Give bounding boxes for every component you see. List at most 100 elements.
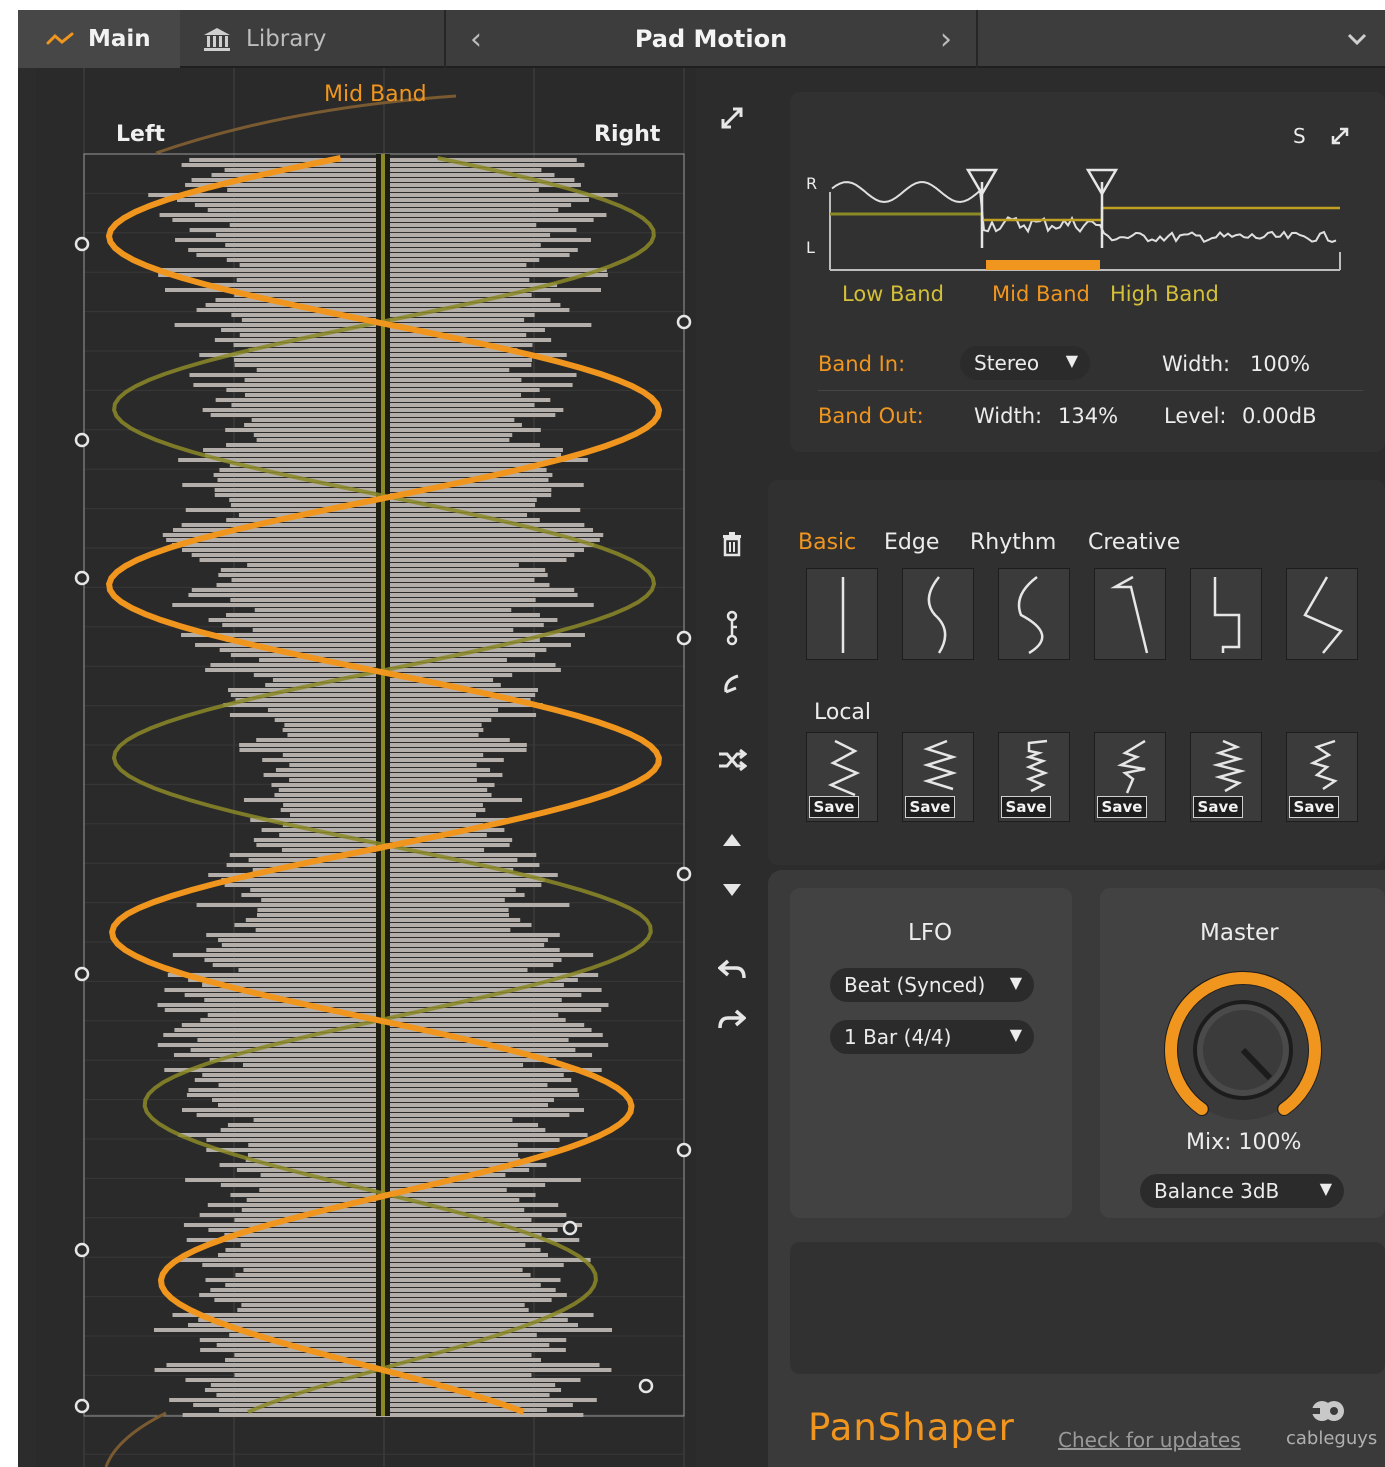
redo-button[interactable] <box>710 998 754 1042</box>
expand-editor-button[interactable] <box>710 96 754 140</box>
preset-name[interactable]: Pad Motion <box>506 10 916 68</box>
mid-band-label[interactable]: Mid Band <box>992 282 1090 306</box>
local-label: Local <box>814 700 872 725</box>
triangle-shape-icon <box>1303 576 1344 654</box>
shape-preset-sine[interactable] <box>902 568 974 660</box>
line-shape-icon <box>841 577 845 653</box>
shape-preset-square[interactable] <box>1190 568 1262 660</box>
s-curve-shape-icon <box>1017 576 1044 655</box>
library-icon <box>202 26 232 52</box>
tab-main[interactable]: Main <box>18 10 180 68</box>
width-out-value[interactable]: 134% <box>1058 404 1118 428</box>
dropdown-arrow-icon: ▼ <box>1319 1179 1332 1198</box>
center-line-highlight <box>381 154 385 1416</box>
curve-point-handle <box>562 1220 578 1236</box>
lfo-rate-dropdown[interactable]: 1 Bar (4/4) ▼ <box>830 1020 1034 1054</box>
curve-tail-bottom <box>104 1411 167 1467</box>
shape-preset-line[interactable] <box>806 568 878 660</box>
curve-mode-button[interactable] <box>710 662 754 706</box>
lfo-mode-dropdown[interactable]: Beat (Synced) ▼ <box>830 968 1034 1002</box>
editor-canvas[interactable] <box>36 68 696 1467</box>
save-button[interactable]: Save <box>1097 796 1147 818</box>
curve-point-handle <box>74 1242 90 1258</box>
sine-shape-icon <box>927 576 947 654</box>
chevron-down-icon <box>1347 33 1366 46</box>
local-slot-3[interactable]: Save <box>998 732 1070 822</box>
lfo-panel: LFO Beat (Synced) ▼ 1 Bar (4/4) ▼ <box>790 888 1072 1218</box>
dropdown-arrow-icon: ▼ <box>1009 973 1022 992</box>
balance-dropdown[interactable]: Balance 3dB ▼ <box>1140 1174 1344 1208</box>
preset-next-button[interactable]: › <box>916 10 978 68</box>
square-shape-icon <box>1213 577 1241 653</box>
preset-menu-button[interactable] <box>1328 10 1385 68</box>
divider <box>818 390 1363 391</box>
curve-point-handle <box>676 314 692 330</box>
shape-preset-triangle[interactable] <box>1286 568 1358 660</box>
local-slot-1[interactable]: Save <box>806 732 878 822</box>
local-slot-5[interactable]: Save <box>1190 732 1262 822</box>
brand-logo: PanShaper <box>808 1406 1015 1449</box>
curve-point-handle <box>74 570 90 586</box>
lfo-title: LFO <box>908 920 953 946</box>
delete-button[interactable] <box>710 522 754 566</box>
dropdown-arrow-icon: ▼ <box>1009 1025 1022 1044</box>
band-in-value: Stereo <box>974 351 1040 375</box>
right-label: Right <box>594 122 661 147</box>
top-bar: Main Library ‹ Pad Motion › <box>18 10 1385 68</box>
pan-curve-editor[interactable]: Mid Band Left Right <box>36 68 696 1467</box>
band-in-dropdown[interactable]: Stereo ▼ <box>960 346 1090 380</box>
lfo-rate-value: 1 Bar (4/4) <box>844 1025 952 1049</box>
band-spectrum-display[interactable] <box>790 92 1385 292</box>
check-updates-link[interactable]: Check for updates <box>1058 1428 1241 1452</box>
curve-icon <box>724 674 739 694</box>
save-button[interactable]: Save <box>809 796 859 818</box>
level-value[interactable]: 0.00dB <box>1242 404 1317 428</box>
shape-preset-saw[interactable] <box>1094 568 1166 660</box>
randomize-button[interactable] <box>710 738 754 782</box>
band-out-label: Band Out: <box>818 404 924 428</box>
trash-icon <box>723 532 741 557</box>
save-button[interactable]: Save <box>1001 796 1051 818</box>
shapes-panel: Basic Edge Rhythm Creative Local Save Sa… <box>768 480 1385 865</box>
width-in-label: Width: <box>1162 352 1231 376</box>
move-down-button[interactable] <box>710 868 754 912</box>
master-title: Master <box>1200 920 1279 946</box>
local-slot-2[interactable]: Save <box>902 732 974 822</box>
tab-creative[interactable]: Creative <box>1088 530 1180 555</box>
mix-knob[interactable] <box>1158 970 1328 1120</box>
tab-rhythm[interactable]: Rhythm <box>970 530 1056 555</box>
low-band-label[interactable]: Low Band <box>842 282 944 306</box>
save-button[interactable]: Save <box>905 796 955 818</box>
lfo-mode-value: Beat (Synced) <box>844 973 986 997</box>
save-button[interactable]: Save <box>1193 796 1243 818</box>
high-band-label[interactable]: High Band <box>1110 282 1219 306</box>
triangle-down-icon <box>723 884 741 896</box>
width-in-value[interactable]: 100% <box>1250 352 1310 376</box>
move-up-button[interactable] <box>710 818 754 862</box>
save-button[interactable]: Save <box>1289 796 1339 818</box>
left-label: Left <box>116 122 166 147</box>
tab-main-label: Main <box>88 26 151 52</box>
undo-button[interactable] <box>710 948 754 992</box>
redo-icon <box>718 1009 746 1029</box>
tab-library[interactable]: Library <box>180 10 446 68</box>
preset-prev-button[interactable]: ‹ <box>446 10 506 68</box>
shuffle-icon <box>719 748 747 772</box>
tab-edge[interactable]: Edge <box>884 530 939 555</box>
panshaper-window: Main Library ‹ Pad Motion › Mid Band Lef… <box>18 10 1385 1467</box>
tab-basic[interactable]: Basic <box>798 530 856 555</box>
local-slot-6[interactable]: Save <box>1286 732 1358 822</box>
mid-band-indicator <box>986 260 1100 270</box>
local-slot-4[interactable]: Save <box>1094 732 1166 822</box>
curve-point-handle <box>74 1398 90 1414</box>
link-points-button[interactable] <box>710 606 754 650</box>
shape-preset-s-curve[interactable] <box>998 568 1070 660</box>
balance-value: Balance 3dB <box>1154 1179 1280 1203</box>
undo-icon <box>718 959 746 979</box>
chevron-left-icon: ‹ <box>470 21 482 57</box>
info-panel <box>790 1242 1385 1374</box>
band-label: Mid Band <box>324 82 427 107</box>
cableguys-logo-icon <box>1308 1398 1348 1428</box>
curve-point-handle <box>676 630 692 646</box>
band-in-label: Band In: <box>818 352 906 376</box>
